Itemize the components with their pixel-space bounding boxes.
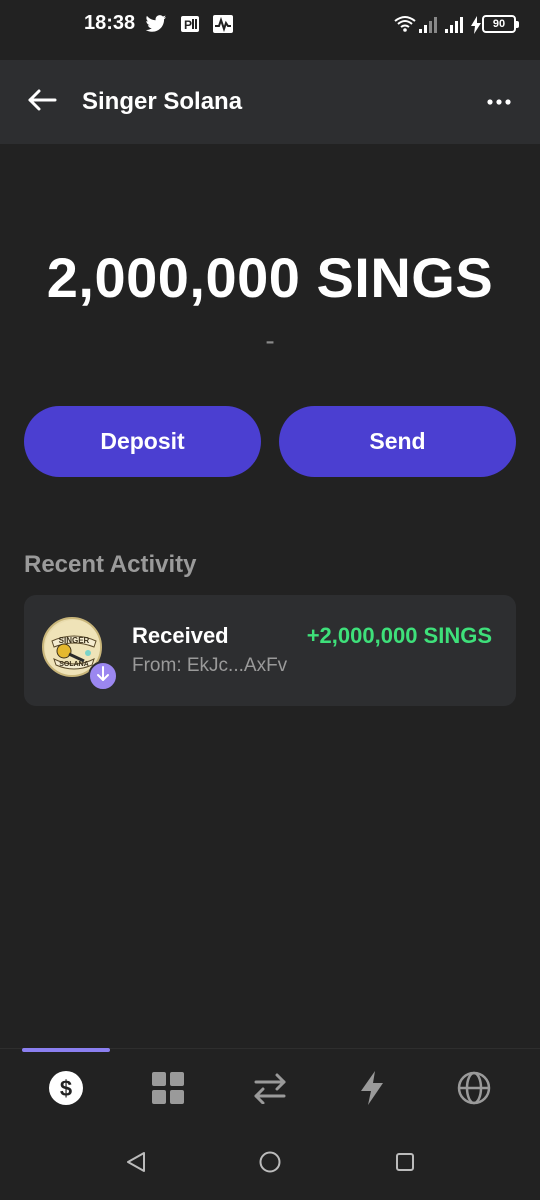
activity-app-icon [212, 14, 234, 39]
system-back-button[interactable] [118, 1148, 154, 1180]
fiat-balance: - [265, 325, 275, 356]
deposit-button[interactable]: Deposit [24, 406, 261, 477]
grid-icon [151, 1071, 185, 1110]
square-recents-icon [394, 1151, 416, 1178]
tab-activity[interactable] [350, 1068, 394, 1112]
activity-type: Received [132, 623, 229, 648]
active-tab-indicator [22, 1048, 110, 1052]
globe-icon [457, 1071, 491, 1110]
recent-activity-heading: Recent Activity [24, 551, 197, 578]
signal-icon [418, 14, 440, 39]
page-title: Singer Solana [82, 88, 243, 115]
more-horizontal-icon [486, 93, 512, 111]
svg-text:P: P [184, 18, 192, 32]
tab-browser[interactable] [452, 1068, 496, 1112]
svg-text:$: $ [60, 1076, 72, 1101]
arrow-left-icon [27, 88, 57, 117]
tab-collectibles[interactable] [146, 1068, 190, 1112]
back-button[interactable] [22, 82, 62, 122]
system-home-button[interactable] [252, 1148, 288, 1180]
parking-app-icon: P [180, 14, 200, 39]
app-header: Singer Solana [0, 60, 540, 144]
triangle-back-icon [124, 1150, 148, 1179]
activity-sender: From: EkJc...AxFv [132, 655, 288, 676]
svg-text:SOLANA: SOLANA [59, 661, 89, 668]
receive-badge [88, 661, 118, 691]
system-recents-button[interactable] [387, 1148, 423, 1180]
twitter-icon [145, 14, 167, 39]
arrow-down-icon [96, 665, 110, 687]
send-button[interactable]: Send [279, 406, 516, 477]
dollar-icon: $ [48, 1070, 84, 1111]
wifi-icon [394, 14, 416, 39]
tab-swap[interactable] [248, 1068, 292, 1112]
status-bar: 18:38 P 90 [0, 0, 540, 60]
charging-icon [470, 16, 482, 39]
swap-icon [252, 1072, 288, 1109]
tab-wallet[interactable]: $ [44, 1068, 88, 1112]
battery-icon: 90 [482, 15, 519, 33]
wallet-token-screen: 18:38 P 90 Singer Solana 2,000,000 SINGS… [0, 0, 540, 1200]
status-time: 18:38 [84, 12, 136, 34]
lightning-icon [359, 1070, 385, 1111]
signal-icon [444, 14, 466, 39]
circle-home-icon [258, 1150, 282, 1179]
token-balance: 2,000,000 SINGS [46, 246, 494, 309]
activity-item[interactable]: SINGER SOLANA Received From: EkJc...AxFv… [24, 595, 516, 706]
activity-amount: +2,000,000 SINGS [306, 623, 492, 648]
more-options-button[interactable] [478, 82, 520, 122]
